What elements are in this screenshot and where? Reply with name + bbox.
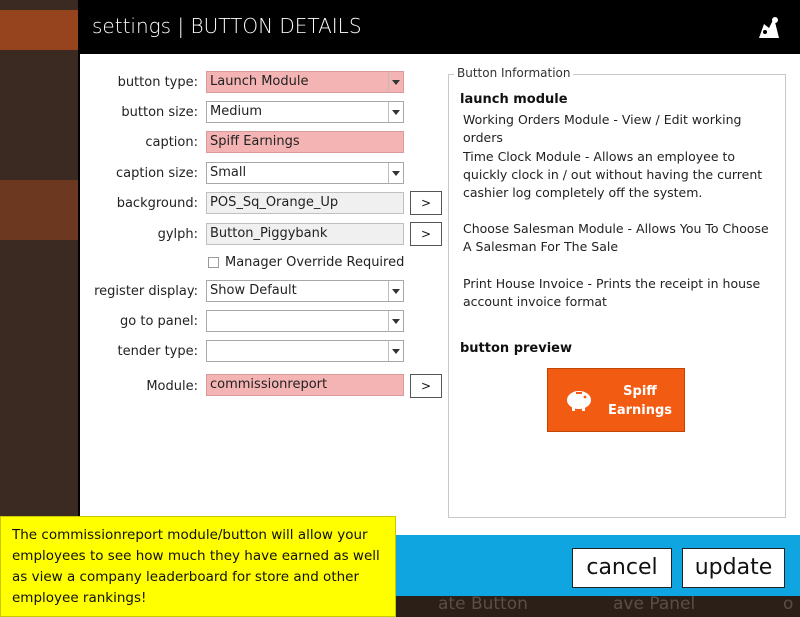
module-label: Module: — [146, 379, 198, 394]
button-size-select[interactable]: Medium — [206, 101, 404, 123]
manager-override-label: Manager Override Required — [225, 255, 405, 270]
info-line: Time Clock Module - Allows an employee t… — [463, 149, 763, 200]
chevron-down-icon[interactable] — [388, 163, 403, 183]
info-line: Print House Invoice - Prints the receipt… — [463, 276, 761, 309]
app-logo-icon — [759, 17, 779, 38]
button-type-value: Launch Module — [210, 74, 309, 89]
manager-override-checkbox[interactable] — [208, 257, 219, 268]
register-display-select[interactable]: Show Default — [206, 280, 404, 302]
background-fragment: o — [783, 594, 794, 614]
register-display-label: register display: — [94, 284, 198, 299]
dialog-title: settings | BUTTON DETAILS — [92, 14, 362, 38]
module-input[interactable]: commissionreport — [206, 374, 404, 396]
go-to-panel-select[interactable] — [206, 310, 404, 332]
glyph-input[interactable]: Button_Piggybank — [206, 223, 404, 245]
glyph-label: gylph: — [157, 227, 198, 242]
chevron-down-icon[interactable] — [388, 72, 403, 92]
info-heading: launch module — [460, 92, 568, 107]
register-display-value: Show Default — [210, 283, 297, 298]
caption-size-select[interactable]: Small — [206, 162, 404, 184]
background-value: POS_Sq_Orange_Up — [210, 195, 339, 210]
tender-type-label: tender type: — [117, 344, 198, 359]
preview-heading: button preview — [460, 341, 572, 356]
background-fragment: ave Panel — [613, 594, 696, 614]
caption-value: Spiff Earnings — [210, 134, 300, 149]
background-fragment: ate Button — [438, 594, 528, 614]
button-details-dialog: settings | BUTTON DETAILS button type: L… — [78, 0, 800, 596]
background-browse-button[interactable]: > — [410, 191, 442, 215]
caption-size-value: Small — [210, 165, 247, 180]
background-input[interactable]: POS_Sq_Orange_Up — [206, 192, 404, 214]
button-preview: Spiff Earnings — [547, 368, 685, 432]
caption-label: caption: — [145, 135, 198, 150]
background-label: background: — [116, 196, 198, 211]
button-size-label: button size: — [121, 105, 198, 120]
help-note: The commissionreport module/button will … — [0, 516, 396, 617]
module-browse-button[interactable]: > — [410, 374, 442, 398]
preview-caption: Spiff Earnings — [607, 384, 673, 418]
chevron-down-icon[interactable] — [388, 281, 403, 301]
chevron-down-icon[interactable] — [388, 341, 403, 361]
caption-size-label: caption size: — [116, 166, 198, 181]
cancel-button[interactable]: cancel — [572, 548, 672, 588]
chevron-down-icon[interactable] — [388, 102, 403, 122]
caption-input[interactable]: Spiff Earnings — [206, 131, 404, 153]
glyph-value: Button_Piggybank — [210, 226, 328, 241]
button-size-value: Medium — [210, 104, 262, 119]
module-value: commissionreport — [210, 377, 328, 392]
info-line: Choose Salesman Module - Allows You To C… — [463, 221, 769, 254]
chevron-down-icon[interactable] — [388, 311, 403, 331]
go-to-panel-label: go to panel: — [120, 314, 198, 329]
group-title: Button Information — [454, 66, 574, 80]
button-type-select[interactable]: Launch Module — [206, 71, 404, 93]
info-line: Working Orders Module - View / Edit work… — [463, 112, 742, 145]
update-button[interactable]: update — [682, 548, 785, 588]
glyph-browse-button[interactable]: > — [410, 222, 442, 246]
piggybank-icon — [567, 391, 591, 411]
tender-type-select[interactable] — [206, 340, 404, 362]
button-type-label: button type: — [117, 75, 198, 90]
dialog-titlebar: settings | BUTTON DETAILS — [80, 0, 800, 54]
